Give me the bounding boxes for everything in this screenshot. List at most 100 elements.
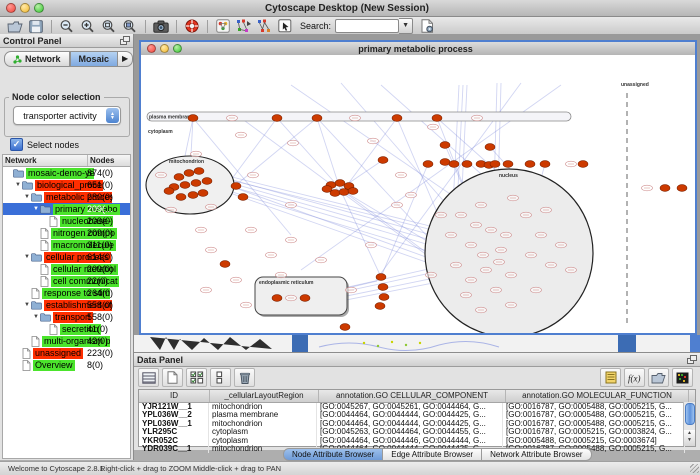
scrollbar-thumb[interactable] xyxy=(685,403,695,425)
network-window-titlebar[interactable]: primary metabolic process xyxy=(141,42,695,56)
window-titlebar[interactable]: Cytoscape Desktop (New Session) xyxy=(0,0,700,17)
expand-arrow-icon[interactable]: ▼ xyxy=(23,194,31,200)
tree-item-count: 311(0) xyxy=(87,240,112,250)
import-attributes-icon[interactable] xyxy=(600,368,621,387)
expand-arrow-icon[interactable]: ▼ xyxy=(23,254,31,260)
zoom-selected-region-icon[interactable] xyxy=(100,18,117,34)
network-node xyxy=(164,188,174,195)
tree-column-network[interactable]: Network xyxy=(3,155,88,166)
matrix-icon[interactable] xyxy=(672,368,693,387)
attribute-table-icon[interactable] xyxy=(138,368,159,387)
expand-arrow-icon[interactable]: ▼ xyxy=(32,314,40,320)
column-header-0[interactable]: ID xyxy=(139,390,210,402)
close-window-icon[interactable] xyxy=(6,3,16,13)
select-nodes-label: Select nodes xyxy=(27,140,79,150)
node-color-selection-group: Node color selection transporter activit… xyxy=(4,97,130,137)
network-view-window[interactable]: primary metabolic process unassignedplas… xyxy=(139,40,697,335)
annotation-icon[interactable] xyxy=(277,18,294,34)
tree-column-headers[interactable]: Network Nodes xyxy=(2,154,131,167)
minimize-window-icon[interactable] xyxy=(20,3,30,13)
control-panel: Control Panel Network Mosaic ▶ Node colo… xyxy=(0,34,134,460)
search-dropdown-arrow-icon[interactable]: ▼ xyxy=(399,18,413,34)
window-controls xyxy=(6,3,44,13)
search-config-icon[interactable] xyxy=(419,18,436,34)
save-icon[interactable] xyxy=(27,18,44,34)
column-header-3[interactable]: annotation.GO MOLECULAR_FUNCTION xyxy=(506,390,689,402)
tree-item-cellular-metabol[interactable]: cellular metabol209(0) xyxy=(3,263,130,275)
tree-column-nodes[interactable]: Nodes xyxy=(88,155,130,166)
node-color-dropdown[interactable]: transporter activity ▲▼ xyxy=(13,106,121,125)
tab-node-attribute-browser[interactable]: Node Attribute Browser xyxy=(283,448,383,461)
network-minimize-icon[interactable] xyxy=(160,44,169,53)
tree-item-primary-metabo[interactable]: ▼primary metabo209(... xyxy=(3,203,130,215)
unselect-attributes-icon[interactable] xyxy=(210,368,231,387)
tree-item-transport[interactable]: ▼transport558(0) xyxy=(3,311,130,323)
tree-item-response-to-stimulu[interactable]: response to stimulu264(0) xyxy=(3,287,130,299)
network-zoom-icon[interactable] xyxy=(173,44,182,53)
network-node xyxy=(322,186,332,193)
tab-edge-attribute-browser[interactable]: Edge Attribute Browser xyxy=(383,448,482,461)
search-input[interactable] xyxy=(335,19,399,33)
zoom-window-icon[interactable] xyxy=(34,3,44,13)
new-attribute-icon[interactable] xyxy=(162,368,183,387)
network-close-icon[interactable] xyxy=(147,44,156,53)
tree-item-multi-organism-pro[interactable]: multi-organism pro42(0) xyxy=(3,335,130,347)
attribute-table-header[interactable]: ID_cellularLayoutRegionannotation.GO CEL… xyxy=(139,390,695,403)
network-node xyxy=(440,159,450,166)
expand-arrow-icon[interactable]: ▼ xyxy=(23,302,31,308)
resize-grip[interactable] xyxy=(690,464,699,473)
tab-network[interactable]: Network xyxy=(4,51,70,67)
svg-text:f(x): f(x) xyxy=(628,373,641,383)
tree-item-unassigned[interactable]: unassigned223(0) xyxy=(3,347,130,359)
data-panel-toolbar: f(x) xyxy=(138,368,696,387)
tree-item-overview[interactable]: Overview8(0) xyxy=(3,359,130,371)
tree-item-biological-process[interactable]: ▼biological_process651(0) xyxy=(3,179,130,191)
tree-item-nitrogen-compo[interactable]: nitrogen compo209(0) xyxy=(3,227,130,239)
tree-item-cell-communicat[interactable]: cell communicat22(0) xyxy=(3,275,130,287)
table-cell: mitochondrion xyxy=(209,420,317,428)
snapshot-camera-icon[interactable] xyxy=(152,18,169,34)
tree-item-macromolecule[interactable]: macromolecule311(0) xyxy=(3,239,130,251)
load-file-icon[interactable] xyxy=(648,368,669,387)
window-title: Cytoscape Desktop (New Session) xyxy=(44,3,650,14)
zoom-out-icon[interactable] xyxy=(58,18,75,34)
tree-item-secretion[interactable]: secretion41(0) xyxy=(3,323,130,335)
tree-item-cellular-process[interactable]: ▼cellular process614(0) xyxy=(3,251,130,263)
column-header-1[interactable]: _cellularLayoutRegion xyxy=(210,390,319,402)
table-cell: YJR121W__1 xyxy=(139,403,209,411)
float-panel-icon[interactable] xyxy=(120,36,130,45)
select-attributes-icon[interactable] xyxy=(186,368,207,387)
network-node xyxy=(503,161,513,168)
network-canvas[interactable]: unassignedplasma membranecytoplasmnucleu… xyxy=(141,55,695,333)
zoom-in-icon[interactable] xyxy=(79,18,96,34)
tree-item-establishment-of-lo[interactable]: ▼establishment of lo558(0) xyxy=(3,299,130,311)
tree-item-nucleobase-[interactable]: nucleobase-209(0) xyxy=(3,215,130,227)
background-window-fragments[interactable] xyxy=(134,335,700,352)
scrollbar-arrows[interactable]: ▲▼ xyxy=(683,430,695,446)
layout-network-icon[interactable] xyxy=(235,18,252,34)
expand-arrow-icon[interactable]: ▼ xyxy=(14,182,22,188)
float-data-panel-icon[interactable] xyxy=(687,355,697,364)
help-lifering-icon[interactable] xyxy=(183,18,200,34)
expand-arrow-icon[interactable]: ▼ xyxy=(32,206,40,212)
table-row[interactable]: YPL036W__1mitochondrion[GO:0044464, GO:0… xyxy=(139,420,695,428)
layout-arrange-icon[interactable] xyxy=(256,18,273,34)
attribute-browser-tabs: Node Attribute BrowserEdge Attribute Bro… xyxy=(283,448,592,461)
table-row[interactable]: YLR295Ccytoplasm[GO:0045263, GO:0044464,… xyxy=(139,428,695,436)
delete-attribute-icon[interactable] xyxy=(234,368,255,387)
tab-overflow-arrow-icon[interactable]: ▶ xyxy=(118,51,133,67)
attribute-table[interactable]: ID_cellularLayoutRegionannotation.GO CEL… xyxy=(138,389,696,447)
tree-item-metabolic-process[interactable]: ▼metabolic process280(0) xyxy=(3,191,130,203)
tree-item-mosaic-demo-yeast[interactable]: mosaic-demo-yeast874(0) xyxy=(3,167,130,179)
select-nodes-checkbox[interactable]: ✓ xyxy=(10,138,23,151)
table-row[interactable]: YJR121W__1mitochondrion[GO:0045267, GO:0… xyxy=(139,403,695,411)
tab-mosaic[interactable]: Mosaic xyxy=(70,51,119,67)
column-header-2[interactable]: annotation.GO CELLULAR_COMPONENT xyxy=(319,390,506,402)
zoom-fit-icon[interactable] xyxy=(121,18,138,34)
open-folder-icon[interactable] xyxy=(6,18,23,34)
tab-network-attribute-browser[interactable]: Network Attribute Browser xyxy=(482,448,591,461)
table-row[interactable]: YKR052Ccytoplasm[GO:0044464, GO:0044446,… xyxy=(139,437,695,445)
table-row[interactable]: YPL036W__2plasma membrane[GO:0044464, GO… xyxy=(139,411,695,419)
formula-icon[interactable]: f(x) xyxy=(624,368,645,387)
vizmapper-icon[interactable] xyxy=(214,18,231,34)
